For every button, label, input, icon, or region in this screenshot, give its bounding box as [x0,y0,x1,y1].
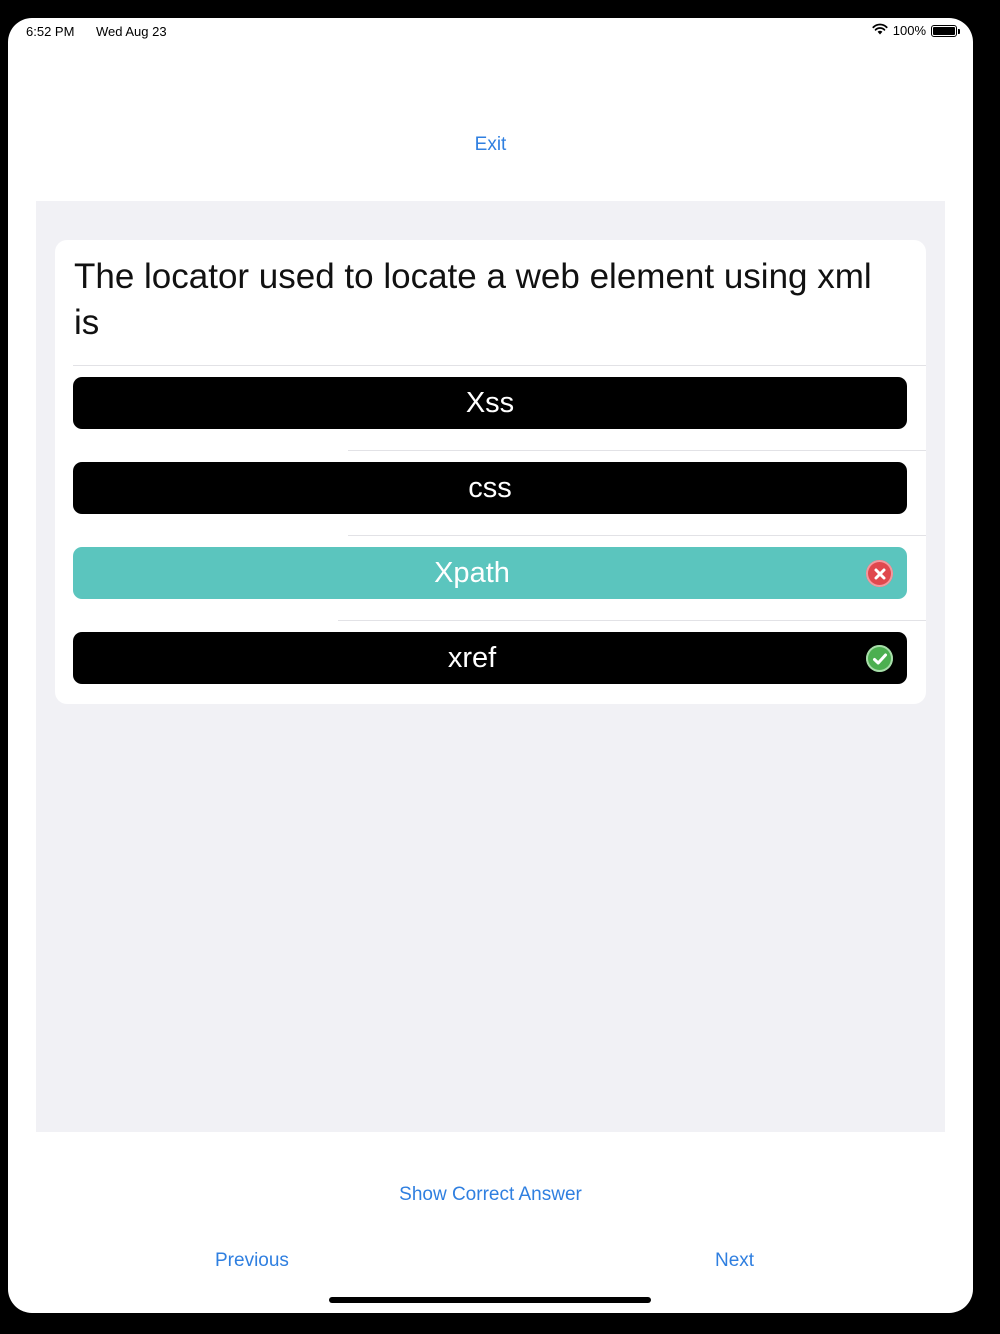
option-css[interactable]: css [73,462,907,514]
device-screen: 6:52 PM Wed Aug 23 100% Exit The locator… [8,18,973,1313]
status-bar: 6:52 PM Wed Aug 23 100% [8,18,973,46]
question-card: The locator used to locate a web element… [55,240,926,704]
option-label: xref [447,641,497,674]
previous-button[interactable]: Previous [215,1250,289,1272]
option-xss[interactable]: Xss [73,377,907,429]
status-date: Wed Aug 23 [96,24,167,39]
next-button[interactable]: Next [715,1250,754,1272]
option-label: css [468,471,512,504]
option-label: Xpath [434,556,510,589]
divider [348,535,926,536]
exit-button[interactable]: Exit [8,134,973,156]
show-correct-answer-button[interactable]: Show Correct Answer [8,1184,973,1206]
x-circle-icon [866,560,893,587]
option-label: Xss [465,386,515,419]
wifi-icon [872,23,888,38]
battery-icon [931,24,960,37]
option-xpath[interactable]: Xpath [73,547,907,599]
question-text: The locator used to locate a web element… [74,257,872,342]
quiz-area: The locator used to locate a web element… [36,201,945,1132]
status-indicators: 100% [872,23,960,38]
status-time: 6:52 PM [26,24,75,39]
divider [348,450,926,451]
home-indicator[interactable] [329,1297,651,1303]
option-xref[interactable]: xref [73,632,907,684]
divider [338,620,926,621]
divider [73,365,926,366]
battery-percent: 100% [892,23,926,38]
checkmark-circle-icon [866,645,893,672]
